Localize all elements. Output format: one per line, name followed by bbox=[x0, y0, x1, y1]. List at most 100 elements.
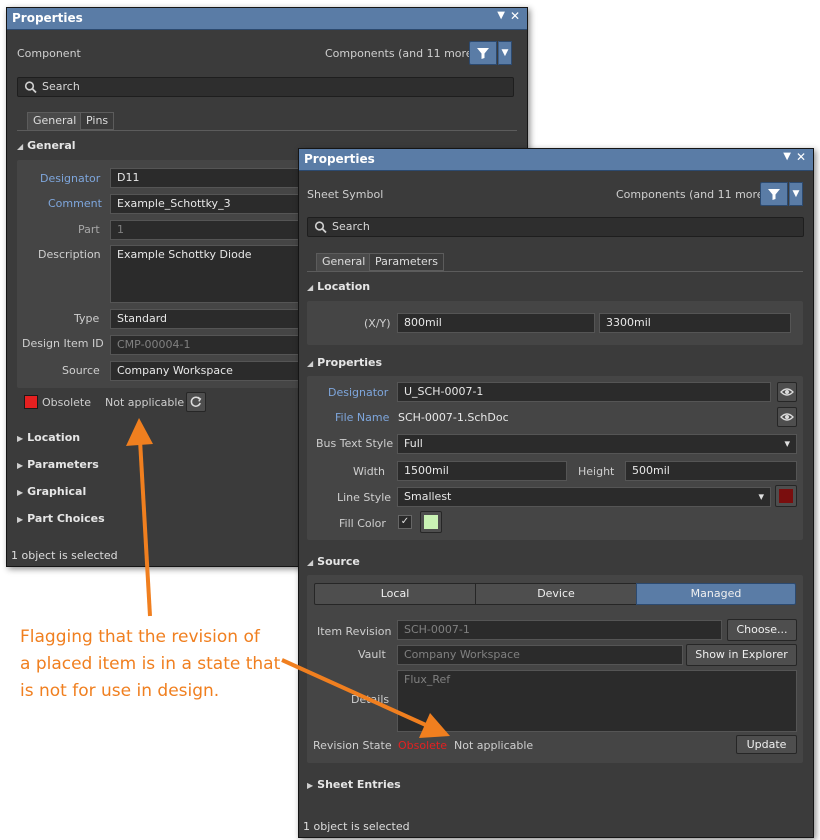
description-field[interactable]: Example Schottky Diode bbox=[110, 245, 310, 303]
line-style-select[interactable]: Smallest bbox=[397, 487, 771, 507]
filter-dropdown-button[interactable]: ▼ bbox=[789, 182, 803, 206]
update-button[interactable]: Update bbox=[736, 735, 797, 754]
revision-state-value: Obsolete bbox=[398, 739, 448, 752]
panel-menu-icon[interactable]: ▼ bbox=[783, 151, 791, 162]
tab-general[interactable]: General bbox=[27, 112, 83, 130]
object-type-label: Component bbox=[17, 47, 81, 60]
y-field[interactable]: 3300mil bbox=[599, 313, 791, 333]
back-panel-title: Properties bbox=[12, 11, 83, 25]
details-label: Details bbox=[351, 693, 390, 706]
section-properties-header[interactable]: ◢ Properties bbox=[307, 356, 382, 369]
section-part-choices-label: Part Choices bbox=[27, 512, 105, 525]
section-source-label: Source bbox=[317, 555, 360, 568]
expanded-icon: ◢ bbox=[17, 142, 24, 151]
designator-label: Designator bbox=[40, 172, 101, 185]
xy-label: (X/Y) bbox=[364, 317, 391, 330]
filter-button[interactable] bbox=[469, 41, 497, 65]
choose-button[interactable]: Choose... bbox=[727, 619, 797, 641]
bus-text-style-select[interactable]: Full bbox=[397, 434, 797, 454]
type-select[interactable]: Standard bbox=[110, 309, 310, 329]
designator-label: Designator bbox=[328, 386, 389, 399]
back-panel-titlebar[interactable]: Properties ▼ ✕ bbox=[7, 8, 527, 30]
section-location-header[interactable]: ▶ Location bbox=[17, 431, 80, 444]
front-panel-title: Properties bbox=[304, 152, 375, 166]
search-placeholder: Search bbox=[332, 220, 370, 233]
expanded-icon: ◢ bbox=[307, 558, 314, 567]
panel-menu-icon[interactable]: ▼ bbox=[497, 10, 505, 21]
comment-label: Comment bbox=[48, 197, 102, 210]
source-mode-local[interactable]: Local bbox=[314, 583, 476, 605]
collapsed-icon: ▶ bbox=[17, 461, 24, 470]
filter-summary: Components (and 11 more) bbox=[616, 188, 768, 201]
fill-color-swatch bbox=[424, 515, 438, 529]
file-name-visibility-button[interactable] bbox=[777, 407, 797, 427]
width-field[interactable]: 1500mil bbox=[397, 461, 567, 481]
designator-field[interactable]: U_SCH-0007-1 bbox=[397, 382, 771, 402]
status-bar: 1 object is selected bbox=[303, 820, 410, 833]
section-properties-label: Properties bbox=[317, 356, 382, 369]
line-color-swatch bbox=[779, 489, 793, 503]
section-parameters-header[interactable]: ▶ Parameters bbox=[17, 458, 99, 471]
section-location-label: Location bbox=[317, 280, 371, 293]
front-properties-panel: Properties ▼ ✕ Sheet Symbol Components (… bbox=[298, 148, 814, 838]
fill-color-button[interactable] bbox=[420, 511, 442, 533]
annotation-line-1: Flagging that the revision of bbox=[20, 627, 260, 647]
filter-button[interactable] bbox=[760, 182, 788, 206]
collapsed-icon: ▶ bbox=[307, 781, 314, 790]
source-mode-device[interactable]: Device bbox=[475, 583, 637, 605]
search-input[interactable]: Search bbox=[17, 77, 514, 97]
section-location-header[interactable]: ◢ Location bbox=[307, 280, 370, 293]
object-type-label: Sheet Symbol bbox=[307, 188, 384, 201]
x-field[interactable]: 800mil bbox=[397, 313, 595, 333]
tab-general[interactable]: General bbox=[316, 253, 372, 271]
fill-color-checkbox[interactable]: ✓ bbox=[398, 515, 412, 529]
width-label: Width bbox=[353, 465, 385, 478]
obsolete-label: Obsolete bbox=[42, 396, 92, 409]
vault-field[interactable]: Company Workspace bbox=[397, 645, 683, 665]
eye-icon bbox=[780, 413, 794, 421]
show-in-explorer-button[interactable]: Show in Explorer bbox=[686, 644, 797, 666]
state-value: Not applicable bbox=[105, 396, 185, 409]
item-revision-label: Item Revision bbox=[317, 625, 392, 638]
tab-underline bbox=[17, 130, 517, 131]
section-sheet-entries-header[interactable]: ▶ Sheet Entries bbox=[307, 778, 401, 791]
section-source-header[interactable]: ◢ Source bbox=[307, 555, 360, 568]
close-icon[interactable]: ✕ bbox=[510, 9, 520, 23]
section-general-label: General bbox=[27, 139, 76, 152]
source-select[interactable]: Company Workspace bbox=[110, 361, 310, 381]
height-field[interactable]: 500mil bbox=[625, 461, 797, 481]
line-color-button[interactable] bbox=[775, 485, 797, 507]
front-panel-titlebar[interactable]: Properties ▼ ✕ bbox=[299, 149, 813, 171]
design-item-field[interactable]: CMP-00004-1 bbox=[110, 335, 310, 355]
line-style-label: Line Style bbox=[337, 491, 392, 504]
search-input[interactable]: Search bbox=[307, 217, 804, 237]
section-graphical-header[interactable]: ▶ Graphical bbox=[17, 485, 86, 498]
details-field[interactable]: Flux_Ref bbox=[397, 670, 797, 732]
tab-pins[interactable]: Pins bbox=[80, 112, 115, 130]
search-icon bbox=[24, 81, 37, 94]
refresh-button[interactable] bbox=[186, 392, 206, 412]
fill-color-label: Fill Color bbox=[339, 517, 386, 530]
source-mode-managed[interactable]: Managed bbox=[636, 583, 796, 605]
section-parameters-label: Parameters bbox=[27, 458, 99, 471]
filter-dropdown-button[interactable]: ▼ bbox=[498, 41, 512, 65]
annotation-line-2: a placed item is in a state that bbox=[20, 654, 281, 674]
filter-summary: Components (and 11 more) bbox=[325, 47, 477, 60]
tab-parameters[interactable]: Parameters bbox=[369, 253, 444, 271]
comment-field[interactable]: Example_Schottky_3 bbox=[110, 194, 310, 214]
revision-state-extra: Not applicable bbox=[454, 739, 534, 752]
vault-label: Vault bbox=[358, 648, 386, 661]
source-label: Source bbox=[62, 364, 100, 377]
part-label: Part bbox=[78, 223, 100, 236]
designator-visibility-button[interactable] bbox=[777, 382, 797, 402]
description-label: Description bbox=[38, 248, 101, 261]
designator-field[interactable]: D11 bbox=[110, 168, 310, 188]
search-icon bbox=[314, 221, 327, 234]
item-revision-field[interactable]: SCH-0007-1 bbox=[397, 620, 722, 640]
height-label: Height bbox=[578, 465, 615, 478]
close-icon[interactable]: ✕ bbox=[796, 150, 806, 164]
search-placeholder: Search bbox=[42, 80, 80, 93]
section-general-header[interactable]: ◢ General bbox=[17, 139, 76, 152]
section-part-choices-header[interactable]: ▶ Part Choices bbox=[17, 512, 105, 525]
part-field[interactable]: 1 bbox=[110, 220, 310, 240]
